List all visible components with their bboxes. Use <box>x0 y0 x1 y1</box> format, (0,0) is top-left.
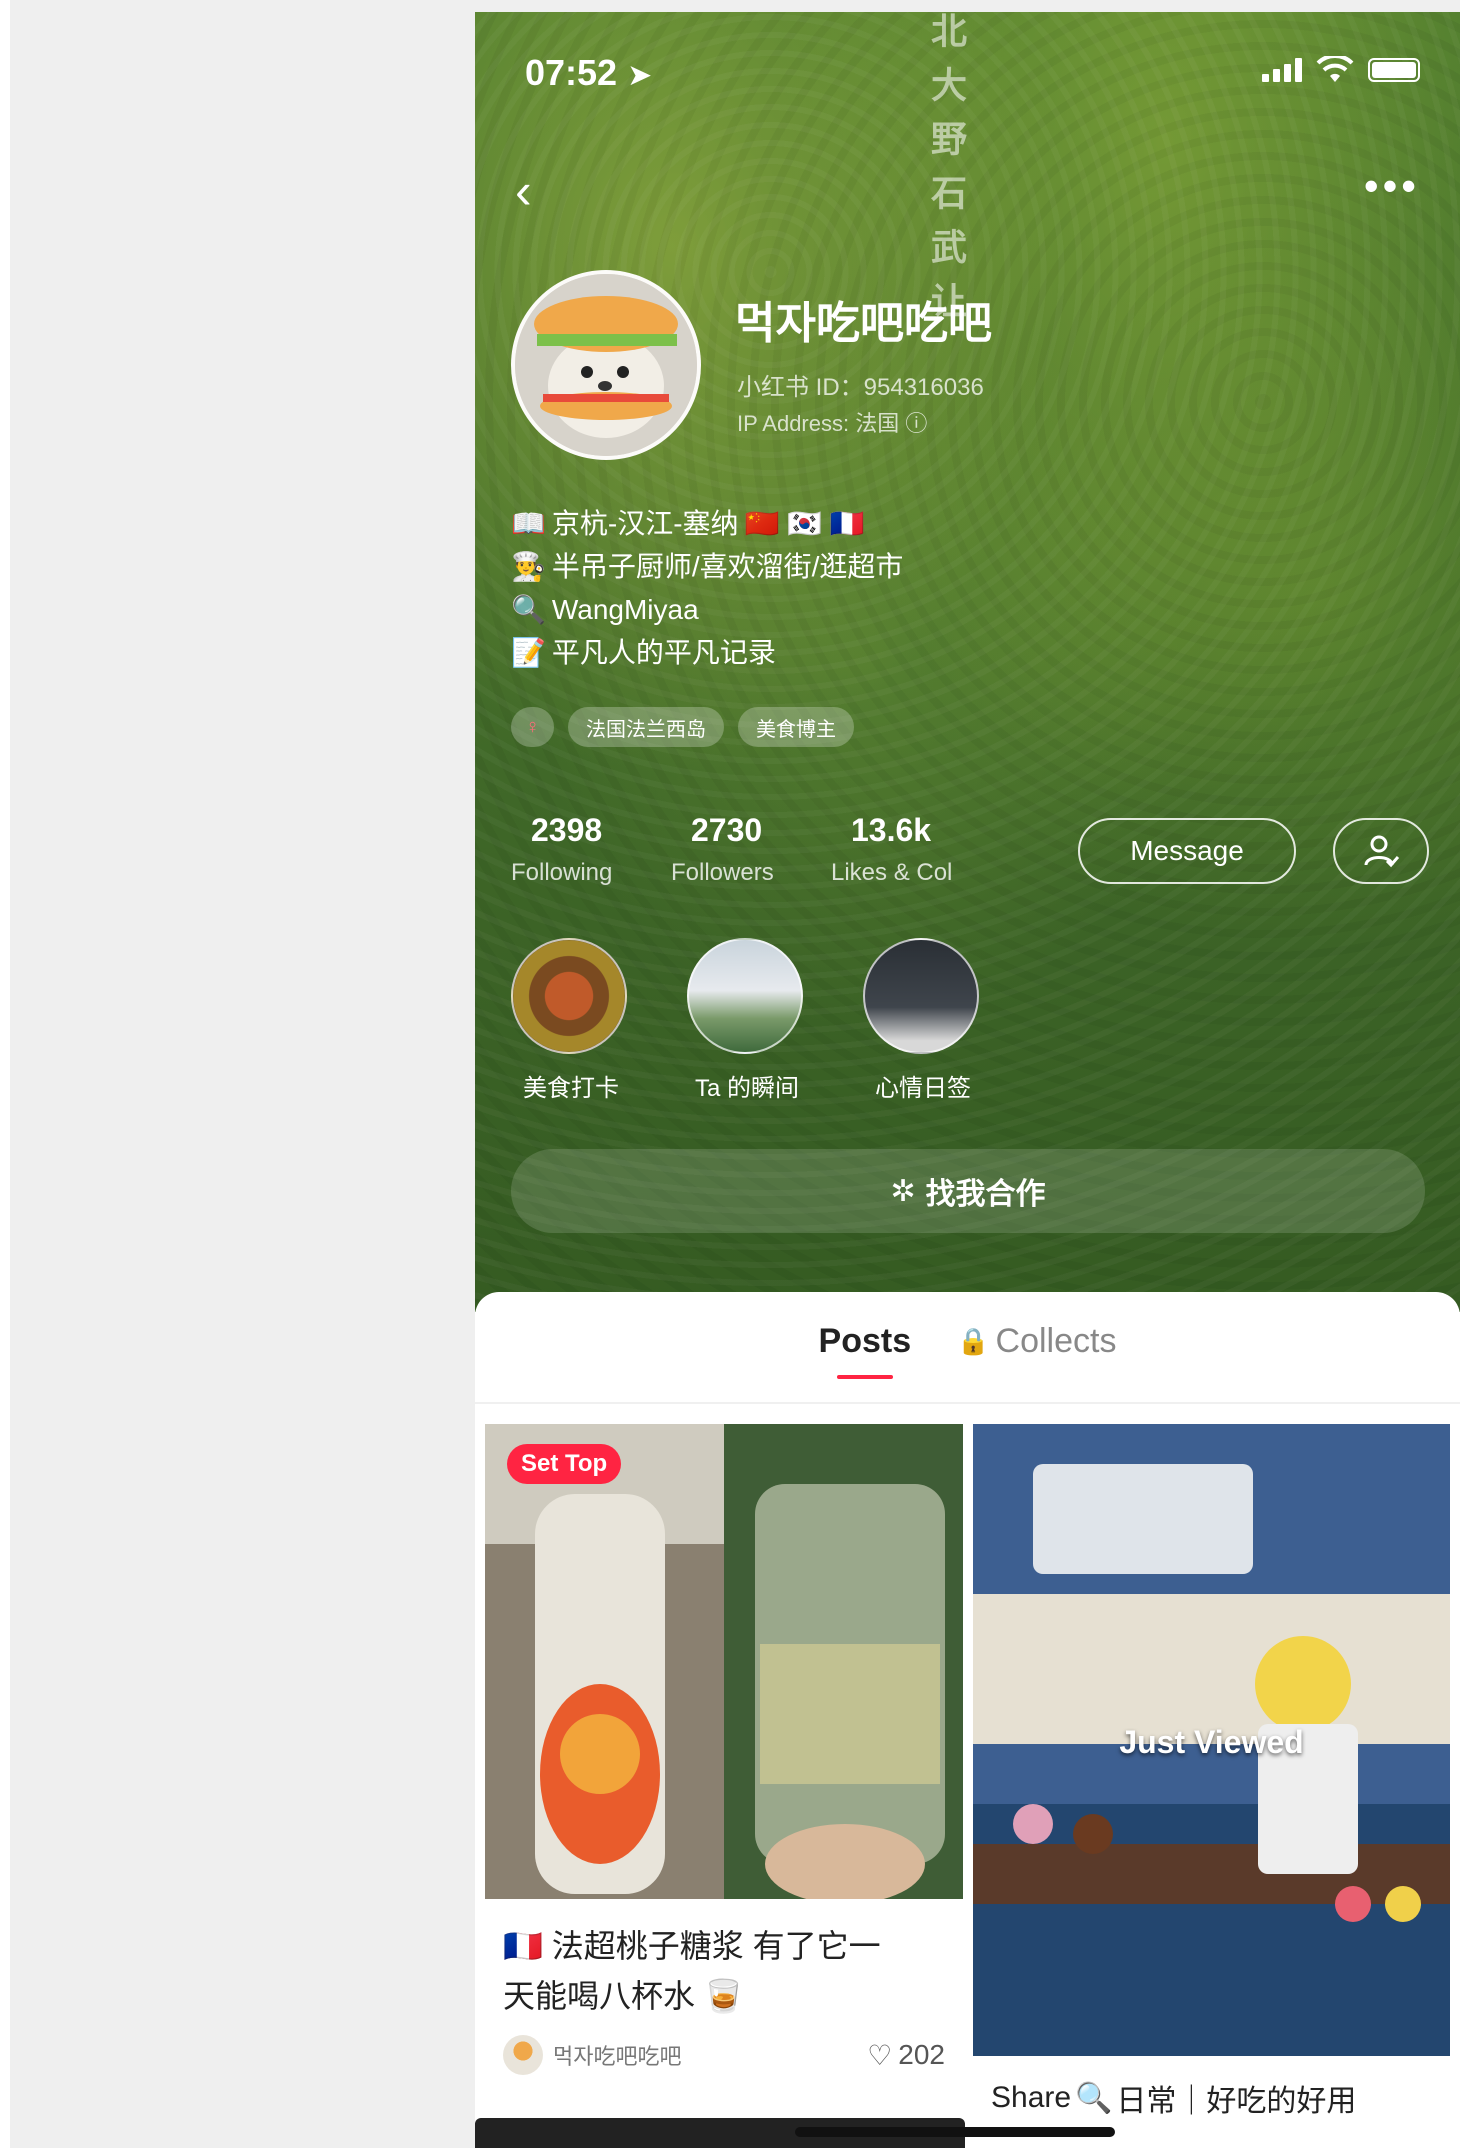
highlight-item[interactable]: 心情日签 <box>863 938 983 1103</box>
ip-address: IP Address: 法国 ⓘ <box>737 406 927 438</box>
lock-icon: 🔒 <box>957 1326 990 1356</box>
likes-count: 202 <box>898 2039 945 2070</box>
note-title-line: 日常｜好吃的好用 <box>1116 2085 1357 2118</box>
highlight-cover <box>687 938 803 1054</box>
note-meta: 먹자吃吧吃吧 ♡ 202 <box>485 2021 963 2089</box>
share-label[interactable]: Share <box>991 2081 1071 2115</box>
stat-following[interactable]: 2398 Following <box>511 812 671 887</box>
stat-number: 2398 <box>531 812 603 848</box>
bio-text: WangMiyaa <box>551 594 699 625</box>
stat-label: Followers <box>671 859 774 886</box>
profile-stats: 2398 Following 2730 Followers 13.6k Like… <box>511 812 991 887</box>
tab-collects[interactable]: 🔒 Collects <box>957 1322 1116 1361</box>
profile-header-background: 北 大 野 石 武 让 07:52 ➤ ‹ ••• 먹자吃吧吃吧 小红书 ID：… <box>475 12 1460 1312</box>
magnifier-icon: 🔍 <box>511 594 546 625</box>
home-indicator[interactable] <box>795 2127 1115 2137</box>
note-cover-image <box>485 1424 963 1899</box>
tab-label: Collects <box>995 1322 1117 1360</box>
female-icon: ♀ <box>525 715 540 738</box>
gender-tag: ♀ <box>511 707 554 747</box>
book-icon: 📖 <box>511 508 546 539</box>
content-tabs: Posts 🔒 Collects <box>475 1322 1460 1379</box>
highlight-label: Ta 的瞬间 <box>694 1075 799 1102</box>
time-text: 07:52 <box>525 52 618 93</box>
bio-text: 平凡人的平凡记录 <box>551 637 776 668</box>
bio: 📖 京杭-汉江-塞纳 🇨🇳 🇰🇷 🇫🇷 👨‍🍳 半吊子厨师/喜欢溜街/逛超市 🔍… <box>511 502 903 674</box>
info-icon[interactable]: ⓘ <box>905 411 927 436</box>
tab-posts[interactable]: Posts <box>818 1322 912 1379</box>
note-cover: Set Top <box>485 1424 963 1899</box>
author-avatar <box>503 2035 543 2075</box>
nickname: 먹자吃吧吃吧 <box>735 299 992 348</box>
magnifier-icon: 🔍 <box>1075 2081 1113 2115</box>
signal-icon <box>1262 58 1302 82</box>
back-icon[interactable]: ‹ <box>515 162 532 220</box>
message-button[interactable]: Message <box>1078 818 1296 884</box>
set-top-badge: Set Top <box>507 1444 622 1484</box>
highlight-label: 心情日签 <box>875 1075 971 1102</box>
wifi-icon <box>1316 56 1354 82</box>
collaborate-button[interactable]: ✲ 找我合作 <box>511 1149 1425 1233</box>
follow-button[interactable] <box>1333 818 1429 884</box>
avatar[interactable] <box>511 270 701 460</box>
red-id[interactable]: 小红书 ID：954316036 <box>737 367 984 402</box>
status-icons <box>1262 56 1420 84</box>
ip-text: IP Address: 法国 <box>737 411 900 436</box>
highlight-cover <box>863 938 979 1054</box>
bio-line: 📝 平凡人的平凡记录 <box>511 631 903 674</box>
bio-line: 📖 京杭-汉江-塞纳 🇨🇳 🇰🇷 🇫🇷 <box>511 502 903 545</box>
highlight-label: 美食打卡 <box>523 1075 619 1102</box>
note-likes[interactable]: ♡ 202 <box>867 2039 945 2072</box>
bio-text: 京杭-汉江-塞纳 <box>551 508 739 539</box>
avatar-image <box>515 274 697 456</box>
note-title: Share 🔍 日常｜好吃的好用 <box>973 2056 1450 2120</box>
stat-number: 13.6k <box>851 812 932 848</box>
stat-label: Following <box>511 859 613 886</box>
location-arrow-icon: ➤ <box>627 59 653 92</box>
highlight-cover <box>511 938 627 1054</box>
note-title-line: 天能喝八杯水 <box>503 1978 696 2014</box>
stat-likes-collects[interactable]: 13.6k Likes & Col <box>831 812 991 887</box>
bio-text: 半吊子厨师/喜欢溜街/逛超市 <box>551 551 904 582</box>
profile-tags: ♀ 法国法兰西岛 美食博主 <box>511 707 854 747</box>
flags-icon: 🇨🇳 🇰🇷 🇫🇷 <box>744 508 865 539</box>
more-icon[interactable]: ••• <box>1364 162 1420 210</box>
heart-icon: ♡ <box>867 2039 893 2071</box>
highlight-item[interactable]: 美食打卡 <box>511 938 631 1103</box>
bio-line: 👨‍🍳 半吊子厨师/喜欢溜街/逛超市 <box>511 545 903 588</box>
bio-line: 🔍 WangMiyaa <box>511 588 903 631</box>
note-card[interactable]: Just Viewed Share 🔍 日常｜好吃的好用 <box>973 1424 1450 2120</box>
sparkle-icon: ✲ <box>890 1174 916 1208</box>
glass-icon: 🥃 <box>703 1978 744 2014</box>
chef-icon: 👨‍🍳 <box>511 551 546 582</box>
note-author[interactable]: 먹자吃吧吃吧 <box>503 2035 681 2075</box>
location-tag: 法国法兰西岛 <box>568 707 724 747</box>
content-sheet: Posts 🔒 Collects Set Top 🇫🇷 法超桃子糖浆 有了它一 … <box>475 1292 1460 2148</box>
left-margin <box>0 0 10 2148</box>
poster-text: 北 大 野 石 武 让 <box>926 12 967 323</box>
france-flag-icon: 🇫🇷 <box>503 1928 543 1964</box>
memo-icon: 📝 <box>511 637 546 668</box>
highlights: 美食打卡 Ta 的瞬间 心情日签 <box>511 938 983 1103</box>
highlight-item[interactable]: Ta 的瞬间 <box>687 938 807 1103</box>
note-card[interactable]: Set Top 🇫🇷 法超桃子糖浆 有了它一 天能喝八杯水 🥃 먹자吃吧吃吧 ♡ <box>485 1424 963 2089</box>
author-name: 먹자吃吧吃吧 <box>553 2044 682 2069</box>
phone-screen: 北 大 野 石 武 让 07:52 ➤ ‹ ••• 먹자吃吧吃吧 小红书 ID：… <box>475 12 1460 2148</box>
note-title: 🇫🇷 法超桃子糖浆 有了它一 天能喝八杯水 🥃 <box>485 1899 963 2021</box>
note-title-line: 法超桃子糖浆 有了它一 <box>551 1928 881 1964</box>
note-cover: Just Viewed <box>973 1424 1450 2056</box>
stat-followers[interactable]: 2730 Followers <box>671 812 831 887</box>
stat-number: 2730 <box>691 812 763 848</box>
collab-label: 找我合作 <box>925 1178 1046 1211</box>
role-tag: 美食博主 <box>738 707 854 747</box>
tab-divider <box>475 1402 1460 1404</box>
status-time: 07:52 ➤ <box>525 52 652 94</box>
just-viewed-label: Just Viewed <box>1119 1724 1304 1760</box>
tab-label: Posts <box>818 1322 912 1360</box>
user-check-icon <box>1364 835 1400 868</box>
stat-label: Likes & Col <box>831 859 953 886</box>
battery-icon <box>1368 58 1420 82</box>
